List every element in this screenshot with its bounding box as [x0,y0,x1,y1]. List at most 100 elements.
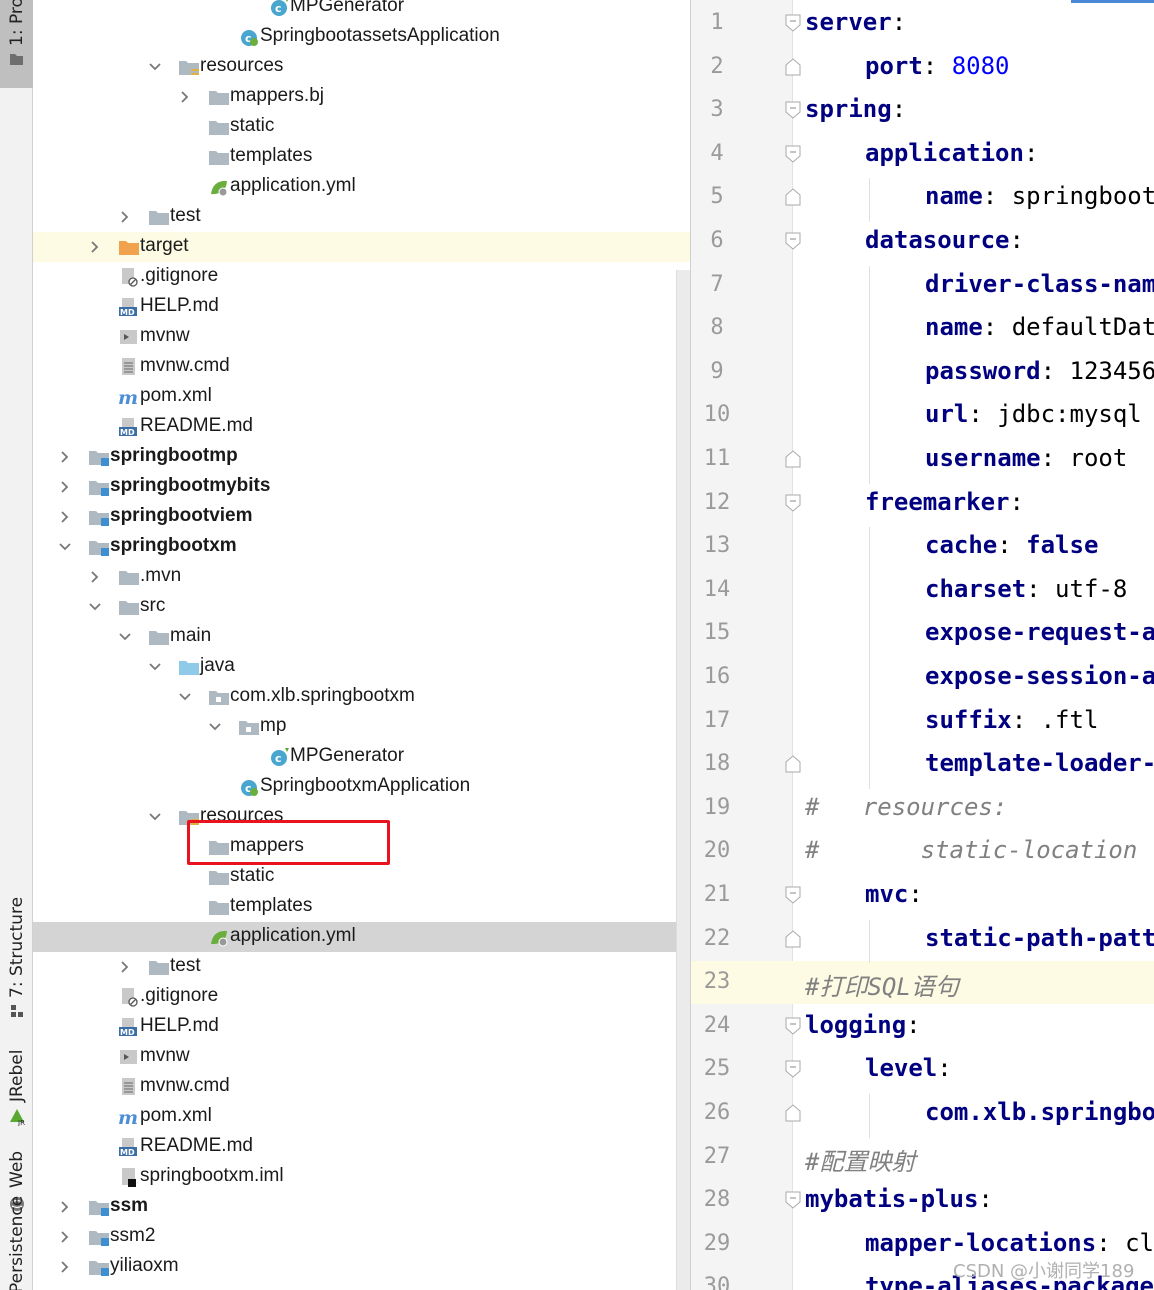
tree-row[interactable]: .gitignore [33,982,690,1012]
tree-row[interactable]: static [33,862,690,892]
tree-row[interactable]: application.yml [33,922,690,952]
chevron-down-icon[interactable] [147,659,163,675]
fold-end-icon[interactable] [785,450,801,468]
persistence-tool-button[interactable]: Persistence [0,1196,33,1290]
fold-end-icon[interactable] [785,1104,801,1122]
code-line: mvc: [865,880,923,908]
fold-open-icon[interactable] [785,494,801,512]
tree-row[interactable]: templates [33,892,690,922]
tree-row[interactable]: MD README.md [33,412,690,442]
tree-row[interactable]: ssm2 [33,1222,690,1252]
chevron-down-icon[interactable] [147,809,163,825]
code-token: server [805,8,892,36]
tree-row[interactable]: mvnw.cmd [33,1072,690,1102]
tree-row[interactable]: c MPGenerator [33,0,690,22]
tree-row[interactable]: src [33,592,690,622]
svg-text:MD: MD [120,428,135,437]
folder-icon [209,151,229,165]
fold-end-icon[interactable] [785,57,801,76]
tree-row[interactable]: mappers.bj [33,82,690,112]
tree-row[interactable]: c SpringbootxmApplication [33,772,690,802]
tree-row[interactable]: templates [33,142,690,172]
fold-open-icon[interactable] [785,1191,801,1209]
fold-open-icon[interactable] [785,1017,801,1035]
tree-row[interactable]: m pom.xml [33,1102,690,1132]
svg-text:c: c [275,2,282,15]
code-token: : [922,51,952,80]
chevron-right-icon[interactable] [57,1229,73,1245]
markdown-file-icon: MD [119,1138,137,1157]
chevron-right-icon[interactable] [57,1199,73,1215]
line-number: 6 [710,228,724,253]
chevron-right-icon[interactable] [117,959,133,975]
tree-row[interactable]: application.yml [33,172,690,202]
tree-item-label: SpringbootxmApplication [260,775,471,796]
fold-open-icon[interactable] [785,101,801,119]
chevron-right-icon[interactable] [57,1259,73,1275]
tree-row[interactable]: c MPGenerator [33,742,690,772]
code-line: name: springboot [925,182,1154,210]
tree-scrollbar[interactable] [676,270,690,1290]
folder-icon [209,901,229,915]
tree-row[interactable]: java [33,652,690,682]
chevron-right-icon[interactable] [57,479,73,495]
tree-row[interactable]: c SpringbootassetsApplication [33,22,690,52]
tree-row[interactable]: yiliaoxm [33,1252,690,1282]
tree-row[interactable]: MD HELP.md [33,292,690,322]
tree-row[interactable]: mvnw.cmd [33,352,690,382]
tree-item-label: .gitignore [140,985,219,1006]
tree-row[interactable]: test [33,202,690,232]
tree-row[interactable]: MD HELP.md [33,1012,690,1042]
tree-row[interactable]: springbootxm.iml [33,1162,690,1192]
gitignore-file-icon [122,268,138,287]
tree-row[interactable]: mvnw [33,1042,690,1072]
folder-icon [119,601,139,615]
tree-row[interactable]: MD README.md [33,1132,690,1162]
tree-row[interactable]: mvnw [33,322,690,352]
fold-end-icon[interactable] [785,188,801,206]
tree-row[interactable]: static [33,112,690,142]
chevron-right-icon[interactable] [57,449,73,465]
chevron-right-icon[interactable] [117,209,133,225]
tree-row[interactable]: springbootmp [33,442,690,472]
tree-row[interactable]: m pom.xml [33,382,690,412]
tree-row[interactable]: resources [33,52,690,82]
tree-item-label: README.md [140,415,253,436]
fold-open-icon[interactable] [785,232,801,250]
structure-tool-button[interactable]: 7: Structure [0,897,33,1025]
project-tool-button[interactable]: 1: Project [0,0,33,88]
fold-end-icon[interactable] [785,755,801,773]
chevron-down-icon[interactable] [207,719,223,735]
code-editor[interactable]: 1 server: 2 port: 8080 3 spring: 4 application:… [690,0,1154,1290]
chevron-down-icon[interactable] [147,59,163,75]
chevron-down-icon[interactable] [117,629,133,645]
tree-row[interactable]: .mvn [33,562,690,592]
chevron-down-icon[interactable] [87,599,103,615]
chevron-right-icon[interactable] [87,239,103,255]
tree-row[interactable]: springbootmybits [33,472,690,502]
jrebel-tool-button[interactable]: JRebel JR [0,1048,33,1130]
fold-end-icon[interactable] [785,929,801,948]
tree-row[interactable]: ssm [33,1192,690,1222]
fold-open-icon[interactable] [785,14,801,32]
tree-row[interactable]: springbootxm [33,532,690,562]
tree-row[interactable]: target [33,232,690,262]
tree-row[interactable]: main [33,622,690,652]
tree-row[interactable]: .gitignore [33,262,690,292]
tree-row[interactable]: springbootviem [33,502,690,532]
tree-item-label: mvnw.cmd [140,355,230,376]
chevron-down-icon[interactable] [57,539,73,555]
tree-row[interactable]: com.xlb.springbootxm [33,682,690,712]
tree-item-label: application.yml [230,175,356,196]
fold-open-icon[interactable] [785,1060,801,1079]
chevron-right-icon[interactable] [87,569,103,585]
chevron-right-icon[interactable] [177,89,193,105]
chevron-right-icon[interactable] [57,509,73,525]
chevron-down-icon[interactable] [177,689,193,705]
tree-row[interactable]: test [33,952,690,982]
tree-row[interactable]: mp [33,712,690,742]
fold-open-icon[interactable] [785,886,801,904]
line-number: 24 [703,1012,731,1038]
code-token: datasource [865,226,1010,254]
fold-open-icon[interactable] [785,145,801,163]
